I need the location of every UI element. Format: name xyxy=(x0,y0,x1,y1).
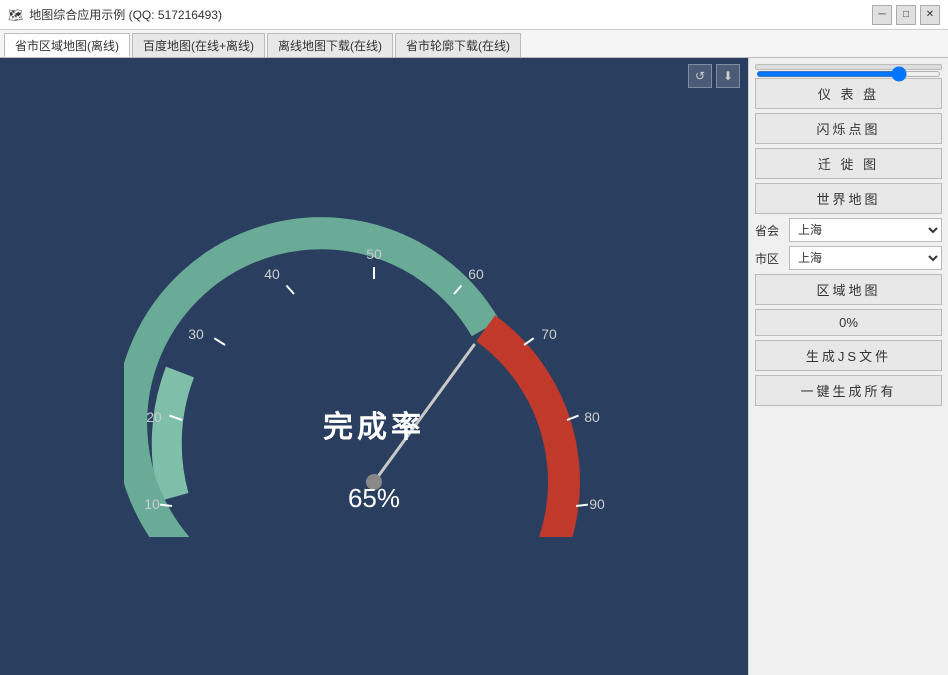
gauge-label-text: 完成率 xyxy=(323,410,425,444)
tick-10 xyxy=(160,504,172,505)
label-10: 10 xyxy=(144,496,160,512)
tab-bar: 省市区域地图(离线) 百度地图(在线+离线) 离线地图下载(在线) 省市轮廓下载… xyxy=(0,30,948,58)
tab-offline-download[interactable]: 离线地图下载(在线) xyxy=(267,33,393,57)
tick-30 xyxy=(214,338,225,345)
gauge-svg-wrap: 0 10 20 30 40 50 60 70 80 90 100 xyxy=(124,217,624,557)
province-select[interactable]: 上海 北京 广州 深圳 xyxy=(789,218,942,242)
tab-baidu-map[interactable]: 百度地图(在线+离线) xyxy=(132,33,265,57)
refresh-button[interactable]: ↺ xyxy=(688,64,712,88)
district-select[interactable]: 上海 浦东新区 徐汇区 xyxy=(789,246,942,270)
main-container: ↺ ⬇ xyxy=(0,58,948,675)
district-label: 市区 xyxy=(755,250,785,267)
gauge-arc-red xyxy=(486,328,564,537)
gauge-value-text: 65% xyxy=(348,483,400,513)
slider-row xyxy=(755,64,942,70)
app-icon: 🗺 xyxy=(8,8,23,22)
world-map-button[interactable]: 世界地图 xyxy=(755,183,942,214)
title-bar: 🗺 地图综合应用示例 (QQ: 517216493) ─ □ ✕ xyxy=(0,0,948,30)
download-button[interactable]: ⬇ xyxy=(716,64,740,88)
dashboard-button[interactable]: 仪 表 盘 xyxy=(755,78,942,109)
district-select-row: 市区 上海 浦东新区 徐汇区 xyxy=(755,246,942,270)
map-toolbar: ↺ ⬇ xyxy=(688,64,740,88)
map-area: ↺ ⬇ xyxy=(0,58,748,675)
tick-40 xyxy=(287,285,295,294)
label-80: 80 xyxy=(584,409,600,425)
province-label: 省会 xyxy=(755,222,785,239)
progress-display[interactable]: 0% xyxy=(755,309,942,336)
right-panel: 仪 表 盘 闪烁点图 迁 徙 图 世界地图 省会 上海 北京 广州 深圳 市区 … xyxy=(748,58,948,675)
label-20: 20 xyxy=(146,409,162,425)
tick-90 xyxy=(576,504,588,505)
title-bar-controls[interactable]: ─ □ ✕ xyxy=(872,5,940,25)
label-50: 50 xyxy=(366,246,382,262)
gauge-svg: 0 10 20 30 40 50 60 70 80 90 100 xyxy=(124,217,624,537)
label-60: 60 xyxy=(468,266,484,282)
province-select-row: 省会 上海 北京 广州 深圳 xyxy=(755,218,942,242)
label-90: 90 xyxy=(589,496,605,512)
label-70: 70 xyxy=(541,326,557,342)
tab-offline-region[interactable]: 省市区域地图(离线) xyxy=(4,33,130,57)
zoom-slider[interactable] xyxy=(756,71,941,77)
title-bar-left: 🗺 地图综合应用示例 (QQ: 517216493) xyxy=(8,6,222,23)
minimize-button[interactable]: ─ xyxy=(872,5,892,25)
tab-outline-download[interactable]: 省市轮廓下载(在线) xyxy=(395,33,521,57)
generate-js-button[interactable]: 生成JS文件 xyxy=(755,340,942,371)
region-map-button[interactable]: 区域地图 xyxy=(755,274,942,305)
app-title: 地图综合应用示例 (QQ: 517216493) xyxy=(29,6,222,23)
gauge-container: 0 10 20 30 40 50 60 70 80 90 100 xyxy=(124,187,624,587)
flash-map-button[interactable]: 闪烁点图 xyxy=(755,113,942,144)
migration-map-button[interactable]: 迁 徙 图 xyxy=(755,148,942,179)
maximize-button[interactable]: □ xyxy=(896,5,916,25)
tab-baidu-map-label: 百度地图(在线+离线) xyxy=(143,37,254,54)
slider-track xyxy=(755,64,942,70)
label-30: 30 xyxy=(188,326,204,342)
tick-70 xyxy=(524,338,534,345)
tab-offline-region-label: 省市区域地图(离线) xyxy=(15,37,119,54)
tab-offline-download-label: 离线地图下载(在线) xyxy=(278,37,382,54)
label-40: 40 xyxy=(264,266,280,282)
close-button[interactable]: ✕ xyxy=(920,5,940,25)
tab-outline-download-label: 省市轮廓下载(在线) xyxy=(406,37,510,54)
generate-all-button[interactable]: 一键生成所有 xyxy=(755,375,942,406)
